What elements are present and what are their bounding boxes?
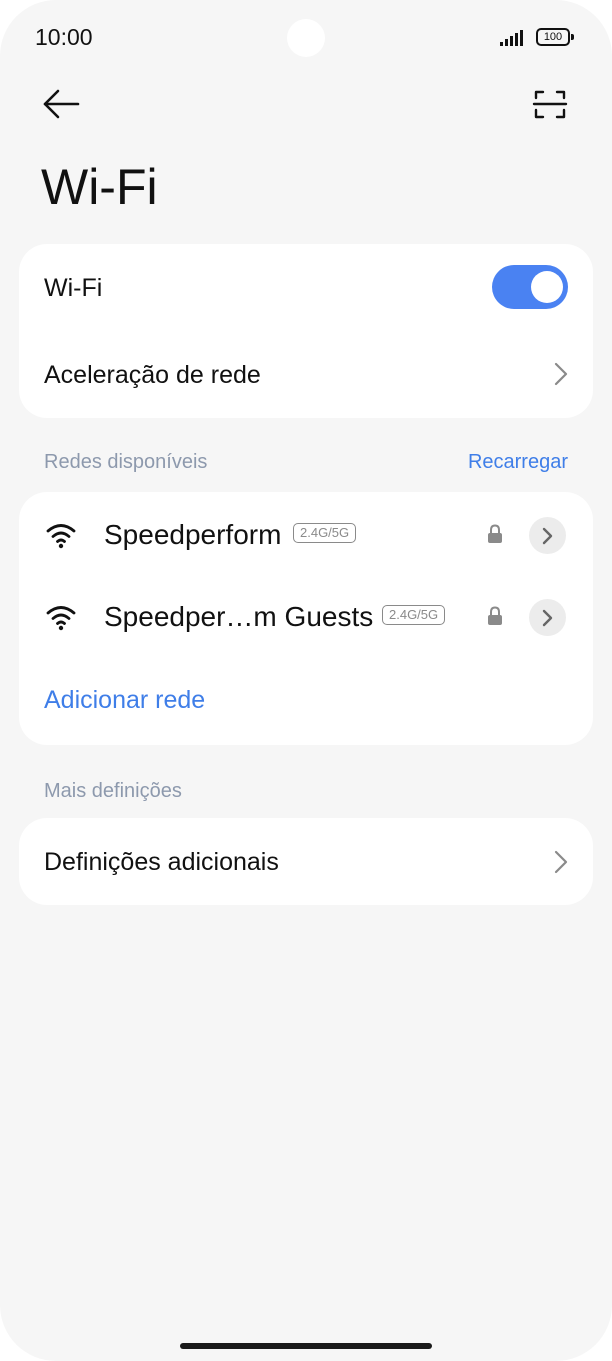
- wifi-label: Wi-Fi: [44, 274, 103, 302]
- more-settings-card: Definições adicionais: [19, 818, 593, 905]
- network-item[interactable]: Speedperform 2.4G/5G: [19, 505, 593, 565]
- reload-button[interactable]: Recarregar: [468, 451, 568, 474]
- wifi-signal-icon: [46, 606, 76, 631]
- network-details-button[interactable]: [529, 517, 566, 554]
- battery-tip: [571, 34, 574, 40]
- chevron-right-icon: [554, 362, 568, 386]
- lock-icon: [488, 524, 502, 543]
- page-title: Wi-Fi: [41, 159, 158, 215]
- scan-button[interactable]: [528, 84, 572, 124]
- wifi-toggle[interactable]: [492, 265, 568, 309]
- network-acceleration-label: Aceleração de rede: [44, 361, 261, 389]
- wifi-toggle-row[interactable]: Wi-Fi: [19, 244, 593, 331]
- more-settings-label: Mais definições: [44, 780, 182, 802]
- chevron-right-icon: [542, 527, 553, 545]
- network-name: Speedperform: [104, 519, 282, 550]
- additional-settings-label: Definições adicionais: [44, 848, 279, 876]
- available-networks-label: Redes disponíveis: [44, 451, 208, 473]
- band-badge: 2.4G/5G: [293, 523, 357, 543]
- home-indicator[interactable]: [180, 1343, 432, 1349]
- scan-qr-icon: [532, 90, 568, 119]
- signal-icon: [500, 30, 523, 46]
- band-badge: 2.4G/5G: [382, 605, 446, 625]
- lock-icon: [488, 606, 502, 625]
- battery-icon: 100: [536, 28, 574, 46]
- networks-card: Speedperform 2.4G/5G Speedper…m Guests 2…: [19, 492, 593, 745]
- back-button[interactable]: [40, 84, 84, 124]
- chevron-right-icon: [542, 609, 553, 627]
- status-time: 10:00: [35, 24, 93, 50]
- arrow-left-icon: [43, 89, 80, 119]
- wifi-settings-card: Wi-Fi Aceleração de rede: [19, 244, 593, 418]
- network-item[interactable]: Speedper…m Guests 2.4G/5G: [19, 587, 593, 647]
- additional-settings-row[interactable]: Definições adicionais: [19, 818, 593, 905]
- toggle-knob: [531, 271, 563, 303]
- add-network-button[interactable]: Adicionar rede: [44, 686, 205, 715]
- battery-level: 100: [536, 28, 570, 46]
- status-bar: 10:00 100: [0, 0, 612, 76]
- wifi-signal-icon: [46, 524, 76, 549]
- phone-screen: 10:00 100 Wi-Fi Wi-Fi Aceleração de rede…: [0, 0, 612, 1361]
- front-camera: [287, 19, 325, 57]
- chevron-right-icon: [554, 850, 568, 874]
- network-details-button[interactable]: [529, 599, 566, 636]
- network-name: Speedper…m Guests: [104, 601, 374, 632]
- network-acceleration-row[interactable]: Aceleração de rede: [19, 331, 593, 418]
